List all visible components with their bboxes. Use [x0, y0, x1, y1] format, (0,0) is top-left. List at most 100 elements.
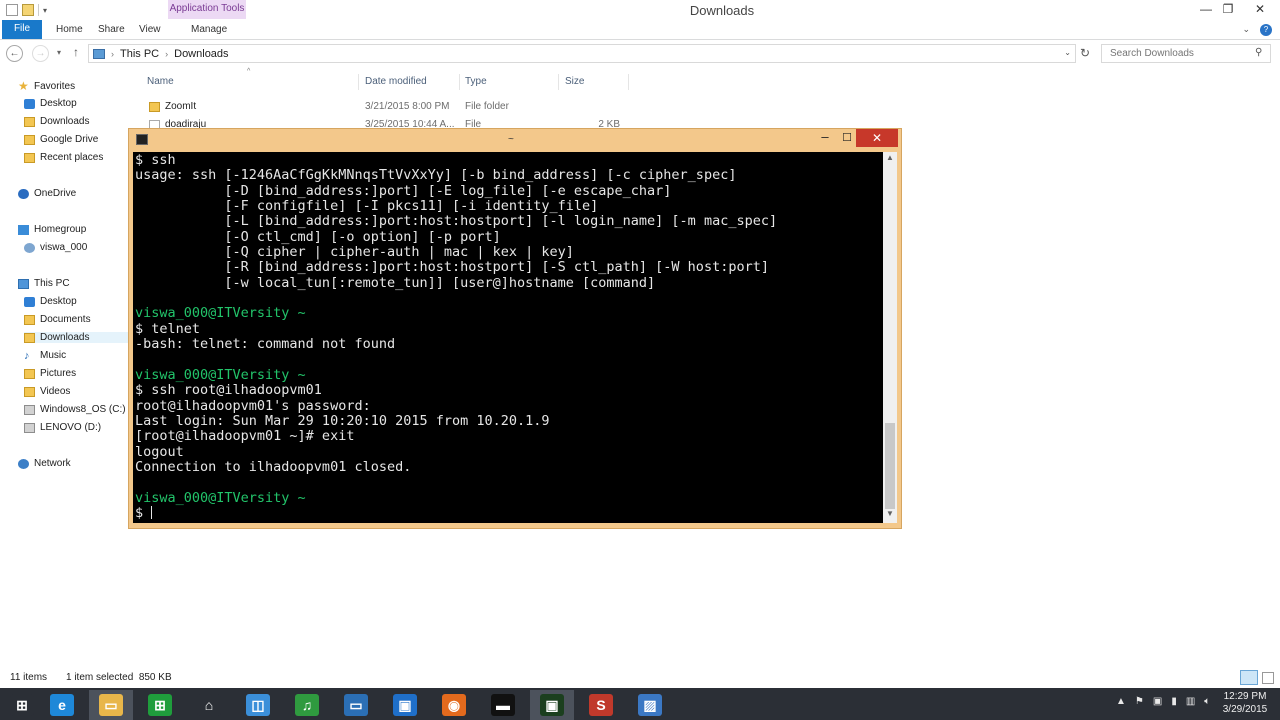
terminal-line: $ telnet: [135, 320, 201, 337]
up-button[interactable]: ↑: [73, 45, 79, 59]
terminal-line: logout: [135, 443, 184, 460]
large-icons-view-button[interactable]: [1262, 672, 1274, 684]
nav-homegroup[interactable]: Homegroup: [18, 224, 86, 235]
taskbar-button-file-explorer[interactable]: ▭: [89, 690, 133, 720]
taskbar-button-presentation[interactable]: ▨: [628, 690, 672, 720]
command-prompt-icon: ▬: [491, 694, 515, 716]
tab-manage[interactable]: Manage: [191, 24, 227, 35]
search-icon[interactable]: ⚲: [1255, 47, 1262, 58]
column-header-size[interactable]: Size: [565, 76, 584, 87]
nav-favorites[interactable]: ★ Favorites: [18, 80, 75, 92]
close-button[interactable]: ✕: [1242, 0, 1278, 20]
address-dropdown-icon[interactable]: ⌄: [1064, 48, 1071, 57]
terminal-app-icon[interactable]: [136, 134, 148, 145]
taskbar-button-windows-start[interactable]: ⊞: [0, 690, 44, 720]
nav-pc-pictures[interactable]: Pictures: [24, 368, 76, 379]
column-divider[interactable]: [459, 74, 460, 90]
address-bar[interactable]: › This PC › Downloads ⌄: [88, 44, 1076, 63]
nav-onedrive[interactable]: OneDrive: [18, 188, 76, 199]
terminal-title: ~: [508, 134, 514, 145]
nav-homegroup-user[interactable]: viswa_000: [24, 242, 87, 253]
taskbar-button-home[interactable]: ⌂: [187, 690, 231, 720]
taskbar-button-app[interactable]: ◫: [236, 690, 280, 720]
drive-icon: [24, 422, 35, 433]
scroll-down-icon[interactable]: ▼: [883, 509, 897, 521]
column-header-name[interactable]: Name: [147, 76, 174, 87]
column-divider[interactable]: [358, 74, 359, 90]
expand-ribbon-icon[interactable]: ⌄: [1242, 24, 1250, 36]
column-divider[interactable]: [628, 74, 629, 90]
column-divider[interactable]: [558, 74, 559, 90]
taskbar-button-terminal[interactable]: ▣: [530, 690, 574, 720]
nav-this-pc[interactable]: This PC: [18, 278, 70, 289]
nav-favorite-recent-places[interactable]: Recent places: [24, 152, 103, 163]
taskbar-button-firefox[interactable]: ◉: [432, 690, 476, 720]
details-view-button[interactable]: [1240, 670, 1258, 685]
terminal-minimize-button[interactable]: –: [814, 130, 836, 147]
scroll-up-icon[interactable]: ▲: [883, 153, 897, 165]
column-header-type[interactable]: Type: [465, 76, 487, 87]
show-hidden-icons-icon[interactable]: ▲: [1116, 696, 1126, 707]
terminal-line: viswa_000@ITVersity ~: [135, 305, 306, 322]
nav-pc-videos[interactable]: Videos: [24, 386, 70, 397]
flag-icon[interactable]: ⚑: [1135, 696, 1144, 707]
column-header-date[interactable]: Date modified: [365, 76, 427, 87]
nav-pc-documents[interactable]: Documents: [24, 314, 91, 325]
taskbar-button-excel-store[interactable]: ⊞: [138, 690, 182, 720]
terminal-close-button[interactable]: ✕: [856, 129, 898, 147]
tab-file[interactable]: File: [2, 20, 42, 39]
terminal-output[interactable]: $ ssh usage: ssh [-1246AaCfGgKkMNnqsTtVvX…: [133, 152, 883, 523]
taskbar-button-store[interactable]: ▣: [383, 690, 427, 720]
homegroup-icon: [18, 224, 29, 235]
taskbar-button-internet-explorer[interactable]: e: [40, 690, 84, 720]
properties-icon[interactable]: [6, 4, 18, 16]
nav-pc-music[interactable]: ♪ Music: [24, 350, 66, 361]
chevron-right-icon[interactable]: ›: [111, 49, 114, 59]
refresh-icon[interactable]: ↻: [1080, 46, 1090, 60]
maximize-button[interactable]: ❐: [1214, 0, 1242, 20]
taskbar-button-command-prompt[interactable]: ▬: [481, 690, 525, 720]
terminal-title-bar[interactable]: [129, 129, 901, 151]
file-date: 3/21/2015 8:00 PM: [365, 101, 450, 112]
customize-dropdown-icon[interactable]: ▾: [43, 6, 47, 15]
star-icon: ★: [18, 79, 29, 93]
tab-share[interactable]: Share: [98, 24, 125, 35]
new-folder-icon[interactable]: [22, 4, 34, 16]
help-icon[interactable]: ?: [1260, 24, 1272, 36]
desktop-icon: [24, 98, 35, 109]
terminal-maximize-button[interactable]: ☐: [836, 131, 858, 147]
nav-favorite-downloads[interactable]: Downloads: [24, 116, 89, 127]
nav-pc-drive-c[interactable]: Windows8_OS (C:): [24, 404, 126, 415]
recent-locations-icon[interactable]: ▾: [57, 48, 61, 57]
nav-pc-downloads[interactable]: Downloads: [24, 332, 128, 343]
crumb-this-pc[interactable]: This PC: [120, 48, 159, 60]
search-input[interactable]: [1101, 44, 1271, 63]
taskbar-button-remote-desktop[interactable]: ▭: [334, 690, 378, 720]
tab-view[interactable]: View: [139, 24, 161, 35]
scrollbar-thumb[interactable]: [885, 423, 895, 509]
network-tray-icon[interactable]: ▥: [1186, 696, 1195, 707]
terminal-line: root@ilhadoopvm01's password:: [135, 397, 371, 414]
contextual-tab-header: Application Tools: [168, 0, 246, 19]
forward-button[interactable]: →: [32, 45, 49, 62]
app-tray-icon[interactable]: ▣: [1153, 696, 1162, 707]
terminal-line: [-w local_tun[:remote_tun]] [user@]hostn…: [135, 274, 656, 291]
taskbar-button-sound-app[interactable]: ♫: [285, 690, 329, 720]
chevron-right-icon[interactable]: ›: [165, 49, 168, 59]
back-button[interactable]: ←: [6, 45, 23, 62]
taskbar-button-snagit[interactable]: S: [579, 690, 623, 720]
downloads-icon: [24, 332, 35, 343]
nav-pc-desktop[interactable]: Desktop: [24, 296, 77, 307]
volume-icon[interactable]: 🔈︎: [1204, 696, 1210, 707]
taskbar-clock[interactable]: 12:29 PM 3/29/2015: [1212, 690, 1278, 716]
nav-favorite-desktop[interactable]: Desktop: [24, 98, 77, 109]
nav-pc-drive-d[interactable]: LENOVO (D:): [24, 422, 101, 433]
folder-icon: [149, 101, 160, 112]
tab-home[interactable]: Home: [56, 24, 83, 35]
crumb-downloads[interactable]: Downloads: [174, 48, 228, 60]
nav-network[interactable]: Network: [18, 458, 71, 469]
power-icon[interactable]: ▮: [1171, 696, 1177, 707]
recent-places-icon: [24, 152, 35, 163]
nav-favorite-google-drive[interactable]: Google Drive: [24, 134, 98, 145]
